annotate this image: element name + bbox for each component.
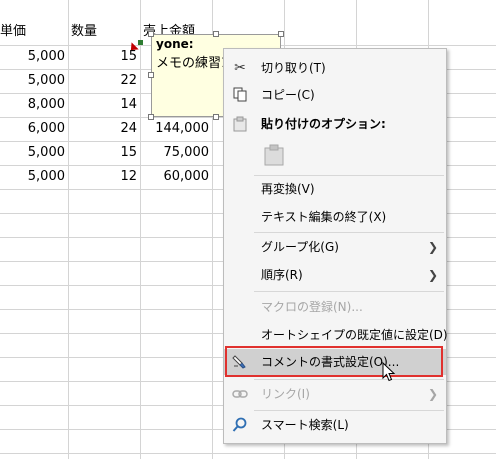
cell-qty[interactable]: 15 — [68, 141, 137, 165]
cell-price[interactable]: 5,000 — [0, 141, 65, 165]
resize-handle[interactable] — [213, 114, 219, 120]
menu-item-reconvert[interactable]: 再変換(V) — [224, 176, 446, 202]
cell-price[interactable]: 5,000 — [0, 45, 65, 69]
copy-icon — [232, 87, 248, 103]
resize-handle[interactable] — [148, 114, 154, 120]
cell-qty[interactable]: 22 — [68, 69, 137, 93]
context-menu: ✂ 切り取り(T) コピー(C) 貼り付けのオプション: 再変換(V) テキスト… — [223, 48, 448, 444]
cell-sales[interactable]: 75,000 — [140, 141, 210, 165]
cell-qty[interactable]: 12 — [68, 165, 137, 189]
clipboard-icon — [232, 116, 248, 132]
menu-item-label: 再変換(V) — [261, 182, 315, 196]
menu-item-label: 貼り付けのオプション: — [261, 117, 386, 131]
menu-separator — [254, 379, 444, 380]
menu-separator — [254, 291, 444, 292]
menu-item-order[interactable]: 順序(R) ❯ — [224, 262, 446, 288]
cell-sales[interactable]: 144,000 — [140, 117, 209, 141]
comment-text[interactable]: メモの練習1 — [156, 52, 229, 71]
menu-item-assign-macro: マクロの登録(N)... — [224, 294, 446, 320]
menu-item-set-default-shape[interactable]: オートシェイプの既定値に設定(D) — [224, 322, 448, 348]
cell-qty[interactable]: 15 — [68, 45, 137, 69]
menu-separator — [254, 410, 444, 411]
link-icon — [232, 386, 248, 402]
menu-item-label: コピー(C) — [261, 88, 315, 102]
menu-item-paste-options: 貼り付けのオプション: — [224, 111, 446, 137]
cell-price[interactable]: 8,000 — [0, 93, 65, 117]
menu-item-group[interactable]: グループ化(G) ❯ — [224, 234, 446, 260]
grid-row-line — [0, 453, 496, 454]
menu-item-label: 切り取り(T) — [261, 61, 326, 75]
menu-item-link: リンク(I) ❯ — [224, 381, 446, 407]
paste-clipboard-icon[interactable] — [264, 144, 284, 166]
cell-qty[interactable]: 14 — [68, 93, 137, 117]
menu-item-label: 順序(R) — [261, 268, 303, 282]
cell-price[interactable]: 5,000 — [0, 69, 65, 93]
menu-item-label: マクロの登録(N)... — [261, 300, 363, 314]
resize-handle[interactable] — [148, 31, 154, 37]
cell-price[interactable]: 5,000 — [0, 165, 65, 189]
search-icon — [232, 417, 248, 433]
menu-item-label: テキスト編集の終了(X) — [261, 210, 387, 224]
comment-author: yone: — [156, 37, 194, 51]
cell-qty[interactable]: 24 — [68, 117, 137, 141]
resize-handle[interactable] — [278, 31, 284, 37]
menu-item-exit-text-edit[interactable]: テキスト編集の終了(X) — [224, 204, 446, 230]
chevron-right-icon: ❯ — [427, 240, 438, 254]
header-quantity[interactable]: 数量 — [71, 20, 137, 44]
scissors-icon: ✂ — [234, 60, 246, 76]
menu-item-smart-lookup[interactable]: スマート検索(L) — [224, 412, 446, 438]
menu-separator — [254, 232, 444, 233]
menu-item-label: スマート検索(L) — [261, 418, 349, 432]
cell-price[interactable]: 6,000 — [0, 117, 65, 141]
menu-item-copy[interactable]: コピー(C) — [224, 82, 446, 108]
menu-item-label: オートシェイプの既定値に設定(D) — [261, 328, 448, 342]
chevron-right-icon: ❯ — [427, 268, 438, 282]
header-unit-price[interactable]: 単価 — [0, 20, 66, 44]
cell-sales[interactable]: 60,000 — [140, 165, 210, 189]
mouse-pointer-icon — [382, 361, 396, 386]
chevron-right-icon: ❯ — [427, 387, 438, 401]
menu-item-cut[interactable]: ✂ 切り取り(T) — [224, 55, 446, 81]
resize-handle[interactable] — [148, 72, 154, 78]
resize-handle[interactable] — [213, 31, 219, 37]
comment-connector-point — [138, 40, 143, 45]
highlight-outline — [225, 346, 443, 377]
menu-item-label: グループ化(G) — [261, 240, 339, 254]
menu-item-label: リンク(I) — [261, 387, 310, 401]
